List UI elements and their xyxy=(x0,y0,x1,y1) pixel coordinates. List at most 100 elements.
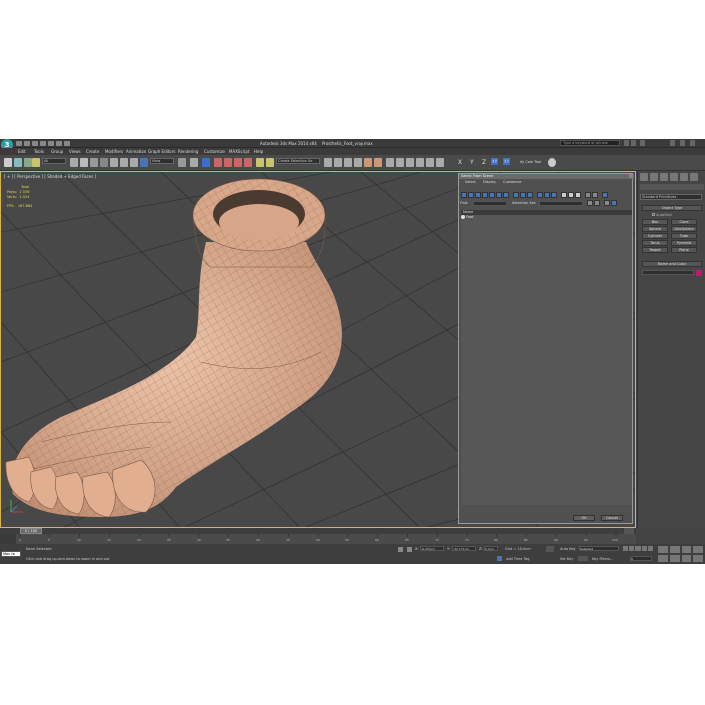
material-editor-icon[interactable] xyxy=(374,158,382,167)
auto-key-button[interactable]: Auto Key xyxy=(560,547,576,551)
render-frame-icon[interactable] xyxy=(436,158,444,167)
percent-snap-icon[interactable] xyxy=(234,158,242,167)
absolute-mode-icon[interactable] xyxy=(407,547,412,552)
orbit-icon[interactable] xyxy=(681,555,692,562)
cylinder-button[interactable]: Cylinder xyxy=(642,233,668,239)
menu-graph-editors[interactable]: Graph Editors xyxy=(148,149,175,154)
select-none-icon[interactable] xyxy=(568,192,574,198)
move-icon[interactable] xyxy=(110,158,118,167)
add-time-tag-button[interactable]: Add Time Tag xyxy=(506,557,530,561)
scene-explorer-options-icon[interactable] xyxy=(611,200,617,206)
axis-xy-2[interactable]: XY xyxy=(503,158,511,165)
redo-icon[interactable] xyxy=(48,141,54,146)
star-icon[interactable] xyxy=(640,140,645,146)
open-icon[interactable] xyxy=(24,141,30,146)
render-production-icon[interactable] xyxy=(406,158,414,167)
axis-x[interactable]: X xyxy=(458,159,462,166)
name-and-color-rollout[interactable]: Name and Color xyxy=(642,261,702,267)
angle-snap-icon[interactable] xyxy=(224,158,232,167)
zoom-all-icon[interactable] xyxy=(669,546,680,553)
play-icon[interactable] xyxy=(635,546,641,551)
go-to-start-icon[interactable] xyxy=(623,546,629,551)
menu-create[interactable]: Create xyxy=(86,149,99,154)
find-input[interactable] xyxy=(473,201,507,206)
graphite-toolbar-icon[interactable] xyxy=(344,158,352,167)
window-crossing-icon[interactable] xyxy=(100,158,108,167)
utilities-tab-icon[interactable] xyxy=(690,173,698,181)
rotate-icon[interactable] xyxy=(120,158,128,167)
select-invert-icon[interactable] xyxy=(575,192,581,198)
menu-group[interactable]: Group xyxy=(51,149,63,154)
torus-button[interactable]: Torus xyxy=(642,240,668,246)
object-color-swatch[interactable] xyxy=(696,270,702,276)
autogrid-checkbox[interactable]: AutoGrid xyxy=(652,213,672,217)
key-filters-button[interactable]: Key Filters... xyxy=(592,557,613,561)
mirror-icon[interactable] xyxy=(266,158,274,167)
scale-icon[interactable] xyxy=(130,158,138,167)
z-coordinate-field[interactable]: 0.0cm xyxy=(484,546,498,551)
select-manipulate-icon[interactable] xyxy=(140,158,148,167)
keyword-search-input[interactable]: Type a keyword or phrase xyxy=(560,140,620,146)
select-manipulate-icon-2[interactable] xyxy=(190,158,198,167)
key-icon[interactable] xyxy=(578,556,588,561)
align-icon[interactable] xyxy=(324,158,332,167)
search-icon[interactable] xyxy=(624,140,629,146)
display-hidden-icon[interactable] xyxy=(544,192,550,198)
snaps-toggle-icon[interactable] xyxy=(214,158,222,167)
bind-space-warp-icon[interactable] xyxy=(32,158,40,167)
undo-icon[interactable] xyxy=(40,141,46,146)
named-selection-sets-dropdown[interactable]: Create Selection Se xyxy=(276,158,320,164)
display-lights-icon[interactable] xyxy=(475,192,481,198)
teapot-button[interactable]: Teapot xyxy=(642,247,668,253)
zoom-extents-icon[interactable] xyxy=(681,546,692,553)
menu-tools[interactable]: Tools xyxy=(34,149,44,154)
sync-selection-icon[interactable] xyxy=(592,192,598,198)
scene-object-list[interactable] xyxy=(461,215,632,505)
field-of-view-icon[interactable] xyxy=(658,555,668,562)
scene-menu-select[interactable]: Select xyxy=(465,180,476,184)
display-shapes-icon[interactable] xyxy=(468,192,474,198)
display-groups-icon[interactable] xyxy=(503,192,509,198)
display-geometry-icon[interactable] xyxy=(461,192,467,198)
highlight-icon[interactable] xyxy=(602,192,608,198)
create-tab-icon[interactable] xyxy=(640,173,648,181)
delete-selection-set-icon[interactable] xyxy=(594,200,600,206)
teapot-icon[interactable] xyxy=(548,158,556,167)
rectangular-selection-icon[interactable] xyxy=(90,158,98,167)
modify-tab-icon[interactable] xyxy=(650,173,658,181)
help-icon[interactable] xyxy=(631,140,636,146)
menu-views[interactable]: Views xyxy=(69,149,81,154)
cancel-button[interactable]: Cancel xyxy=(601,515,623,521)
list-item[interactable]: Foot xyxy=(461,215,474,220)
keyboard-shortcut-override-icon[interactable] xyxy=(202,158,210,167)
current-frame-field[interactable]: 0 xyxy=(630,556,652,561)
link-icon[interactable] xyxy=(14,158,22,167)
display-xrefs-icon[interactable] xyxy=(513,192,519,198)
fetch-icon[interactable] xyxy=(64,141,70,146)
key-tool-label[interactable]: ify Cam Tool xyxy=(520,160,541,164)
save-selection-set-icon[interactable] xyxy=(587,200,593,206)
rendered-frame-window-icon[interactable] xyxy=(396,158,404,167)
viewport-label[interactable]: [ + ] [ Perspective ] [ Shaded + Edged F… xyxy=(4,174,96,179)
geosphere-button[interactable]: GeoSphere xyxy=(671,226,697,232)
display-all-icon[interactable] xyxy=(551,192,557,198)
pan-icon[interactable] xyxy=(669,555,680,562)
unlink-icon[interactable] xyxy=(24,158,32,167)
display-tab-icon[interactable] xyxy=(680,173,688,181)
maximize-icon[interactable] xyxy=(680,140,685,146)
axis-xy[interactable]: XY xyxy=(491,158,499,165)
time-tag-icon[interactable] xyxy=(497,556,502,561)
x-coordinate-field[interactable]: -6.253cm xyxy=(420,546,444,551)
menu-customize[interactable]: Customize xyxy=(204,149,225,154)
new-icon[interactable] xyxy=(16,141,22,146)
cone-button[interactable]: Cone xyxy=(671,219,697,225)
select-object-icon[interactable] xyxy=(70,158,78,167)
spinner-snap-icon[interactable] xyxy=(244,158,252,167)
display-helpers-icon[interactable] xyxy=(489,192,495,198)
set-key-button[interactable]: Set Key xyxy=(560,557,573,561)
hold-icon[interactable] xyxy=(56,141,62,146)
edit-named-selection-icon[interactable] xyxy=(256,158,264,167)
filter-icon[interactable] xyxy=(585,192,591,198)
pyramid-button[interactable]: Pyramid xyxy=(671,240,697,246)
dialog-close-icon[interactable] xyxy=(629,174,633,178)
